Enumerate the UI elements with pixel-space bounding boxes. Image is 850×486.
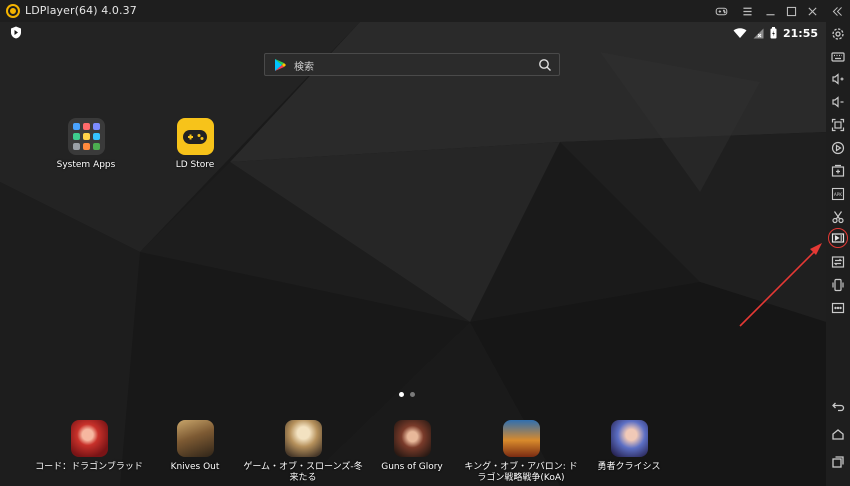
page-indicator: [399, 392, 415, 397]
app-king-of-avalon[interactable]: キング・オブ・アバロン: ドラゴン戦略戦争(KoA): [461, 420, 581, 484]
maximize-icon[interactable]: [781, 2, 801, 20]
app-label: 勇者クライシス: [597, 462, 661, 472]
collapse-sidebar-icon[interactable]: [827, 2, 847, 20]
app-label: Guns of Glory: [381, 462, 443, 472]
app-game-of-thrones[interactable]: ゲーム・オブ・スローンズ-冬来たる: [243, 420, 363, 484]
ld-store-icon: [176, 118, 214, 155]
add-app-icon[interactable]: [830, 163, 846, 179]
apk-install-icon[interactable]: APK: [830, 186, 846, 202]
screenshot-scissors-icon[interactable]: [830, 209, 846, 225]
svg-text:APK: APK: [834, 192, 842, 197]
app-code-dragon-blood[interactable]: コード：ドラゴンブラッド: [29, 420, 149, 473]
app-label: キング・オブ・アバロン: ドラゴン戦略戦争(KoA): [464, 462, 578, 483]
menu-icon[interactable]: [737, 2, 757, 20]
settings-icon[interactable]: [830, 26, 846, 42]
app-brave-crisis[interactable]: 勇者クライシス: [584, 420, 674, 473]
wallpaper: [0, 22, 826, 486]
app-label: ゲーム・オブ・スローンズ-冬来たる: [243, 462, 363, 483]
app-ld-store[interactable]: LD Store: [150, 118, 240, 171]
video-record-icon[interactable]: [828, 228, 848, 248]
keyboard-icon[interactable]: [830, 49, 846, 65]
game-icon: [502, 420, 540, 457]
home-icon[interactable]: [830, 426, 846, 442]
fullscreen-icon[interactable]: [830, 117, 846, 133]
search-input[interactable]: 検索: [294, 58, 314, 73]
volume-down-icon[interactable]: [830, 94, 846, 110]
wifi-icon: [733, 28, 747, 38]
window-title: LDPlayer(64) 4.0.37: [25, 4, 137, 17]
title-bar: LDPlayer(64) 4.0.37: [0, 0, 850, 22]
clock: 21:55: [782, 26, 818, 40]
app-label: System Apps: [56, 160, 116, 170]
page-dot-active: [399, 392, 404, 397]
status-bar-right: 21:55: [733, 24, 818, 42]
sync-windows-icon[interactable]: [830, 254, 846, 270]
recent-apps-icon[interactable]: [830, 454, 846, 470]
game-icon: [284, 420, 322, 457]
app-label: コード：ドラゴンブラッド: [35, 462, 143, 472]
game-icon: [70, 420, 108, 457]
minimize-icon[interactable]: [760, 2, 780, 20]
shake-icon[interactable]: [830, 277, 846, 293]
ldplayer-logo-icon: [6, 4, 20, 18]
search-bar[interactable]: 検索: [264, 53, 560, 76]
app-label: LD Store: [175, 160, 215, 170]
system-apps-icon: [67, 118, 105, 155]
app-label: Knives Out: [170, 462, 220, 472]
search-icon[interactable]: [538, 58, 552, 72]
shield-status-icon: [11, 26, 21, 39]
google-play-icon: [275, 59, 286, 71]
side-toolbar: APK: [826, 22, 850, 486]
game-icon: [393, 420, 431, 457]
game-icon: [176, 420, 214, 457]
close-icon[interactable]: [802, 2, 822, 20]
back-icon[interactable]: [830, 398, 846, 414]
gamepad-icon[interactable]: [711, 2, 731, 20]
emulator-screen[interactable]: 21:55 検索 System Apps LD Store コード：ドラゴンブラ…: [0, 22, 826, 486]
macro-record-icon[interactable]: [830, 140, 846, 156]
app-guns-of-glory[interactable]: Guns of Glory: [367, 420, 457, 473]
page-dot: [410, 392, 415, 397]
app-system-apps[interactable]: System Apps: [41, 118, 131, 171]
game-icon: [610, 420, 648, 457]
app-knives-out[interactable]: Knives Out: [150, 420, 240, 473]
more-icon[interactable]: [830, 300, 846, 316]
battery-icon: [770, 27, 777, 39]
no-signal-icon: [753, 28, 764, 38]
volume-up-icon[interactable]: [830, 71, 846, 87]
